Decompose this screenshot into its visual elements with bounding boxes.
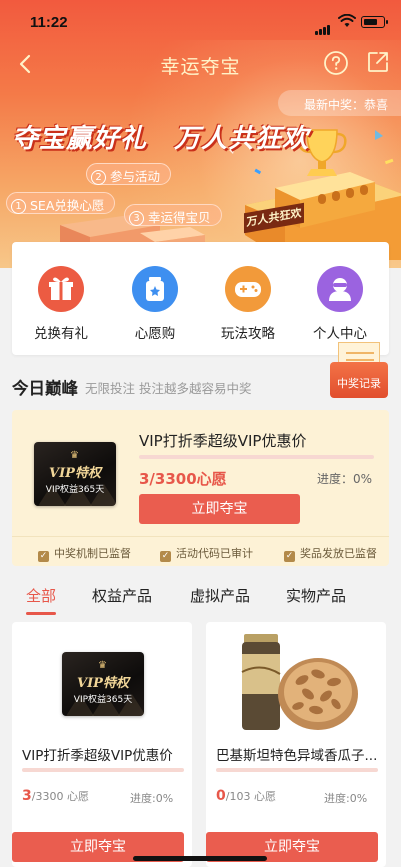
tab-physical[interactable]: 实物产品	[286, 585, 346, 606]
menu-item-exchange[interactable]: 兑换有礼	[14, 266, 108, 342]
product-card[interactable]: ♛ VIP特权 VIP权益365天 VIP打折季超级VIP优惠价 3/3300 …	[12, 622, 192, 867]
status-time: 11:22	[30, 14, 68, 31]
section-subtitle: 无限投注 投注越多越容易中奖	[85, 381, 252, 396]
gift-icon	[38, 266, 84, 312]
checkbox-icon: ✓	[38, 551, 49, 562]
wish-jar-icon	[132, 266, 178, 312]
crown-icon: ♛	[70, 450, 79, 461]
status-bar: 11:22	[0, 0, 401, 44]
battery-icon	[361, 16, 388, 28]
progress-bar	[139, 455, 374, 459]
vip-card-image: ♛ VIP特权 VIP权益365天	[62, 652, 144, 716]
check-item: ✓ 活动代码已审计	[160, 547, 253, 562]
progress-text: 进度:0%	[324, 792, 368, 805]
progress-text: 进度：0%	[317, 472, 373, 486]
menu-label: 心愿购	[134, 326, 176, 342]
menu-item-guide[interactable]: 玩法攻略	[201, 266, 295, 342]
vip-card-image: ♛ VIP特权 VIP权益365天	[34, 442, 116, 506]
gamepad-icon	[225, 266, 271, 312]
progress-bar	[22, 768, 184, 772]
home-indicator[interactable]	[133, 856, 267, 861]
crown-icon: ♛	[98, 660, 107, 671]
step-3: 3 幸运得宝贝	[124, 204, 222, 226]
check-item: ✓ 奖品发放已监督	[284, 547, 377, 562]
record-label: 中奖记录	[330, 362, 388, 398]
featured-prize-card[interactable]: ♛ VIP特权 VIP权益365天 VIP打折季超级VIP优惠价 3/3300心…	[12, 410, 389, 566]
tab-virtual[interactable]: 虚拟产品	[190, 585, 250, 606]
grab-button[interactable]: 立即夺宝	[139, 494, 300, 524]
user-icon	[317, 266, 363, 312]
prize-name: VIP打折季超级VIP优惠价	[139, 432, 307, 450]
pine-nut-jar-image	[241, 634, 358, 730]
progress-text: 进度:0%	[130, 792, 174, 805]
hero-slogan: 夺宝赢好礼 万人共狂欢	[12, 124, 310, 154]
menu-label: 兑换有礼	[34, 326, 88, 342]
category-tabs: 全部 权益产品 虚拟产品 实物产品	[0, 585, 401, 615]
checkbox-icon: ✓	[284, 551, 295, 562]
wish-count: 3/3300心愿	[139, 470, 227, 488]
progress-bar	[216, 768, 378, 772]
quick-menu: 兑换有礼 心愿购 玩法攻略 个人中心	[12, 242, 389, 355]
check-item: ✓ 中奖机制已监督	[38, 547, 131, 562]
wifi-icon	[338, 14, 356, 27]
section-title: 今日巅峰	[12, 379, 78, 398]
menu-item-profile[interactable]: 个人中心	[293, 266, 387, 342]
menu-label: 玩法攻略	[221, 326, 275, 342]
supervision-checks: ✓ 中奖机制已监督 ✓ 活动代码已审计 ✓ 奖品发放已监督	[12, 536, 389, 566]
step-1: 1 SEA兑换心愿	[6, 192, 116, 214]
wish-count: 0/103 心愿	[216, 788, 276, 804]
product-card[interactable]: 巴基斯坦特色异域香瓜子... 0/103 心愿 进度:0% 立即夺宝	[206, 622, 386, 867]
cellular-signal-icon	[315, 16, 331, 35]
tab-rights[interactable]: 权益产品	[92, 585, 152, 606]
menu-item-wish[interactable]: 心愿购	[108, 266, 202, 342]
menu-label: 个人中心	[313, 326, 367, 342]
product-name: VIP打折季超级VIP优惠价	[22, 748, 173, 764]
tab-all[interactable]: 全部	[26, 585, 56, 606]
win-records-button[interactable]: 中奖记录	[330, 342, 388, 398]
step-2: 2 参与活动	[86, 163, 172, 185]
help-icon[interactable]	[323, 50, 349, 76]
product-name: 巴基斯坦特色异域香瓜子...	[216, 748, 378, 764]
share-icon[interactable]	[366, 50, 390, 74]
hero-banner: 11:22 幸运夺宝 最新中奖：恭喜 万人共狂欢 夺宝赢好礼 万人共狂欢 2 参…	[0, 0, 401, 268]
nav-bar: 幸运夺宝	[0, 44, 401, 84]
checkbox-icon: ✓	[160, 551, 171, 562]
wish-count: 3/3300 心愿	[22, 788, 89, 804]
active-tab-indicator	[26, 612, 56, 615]
